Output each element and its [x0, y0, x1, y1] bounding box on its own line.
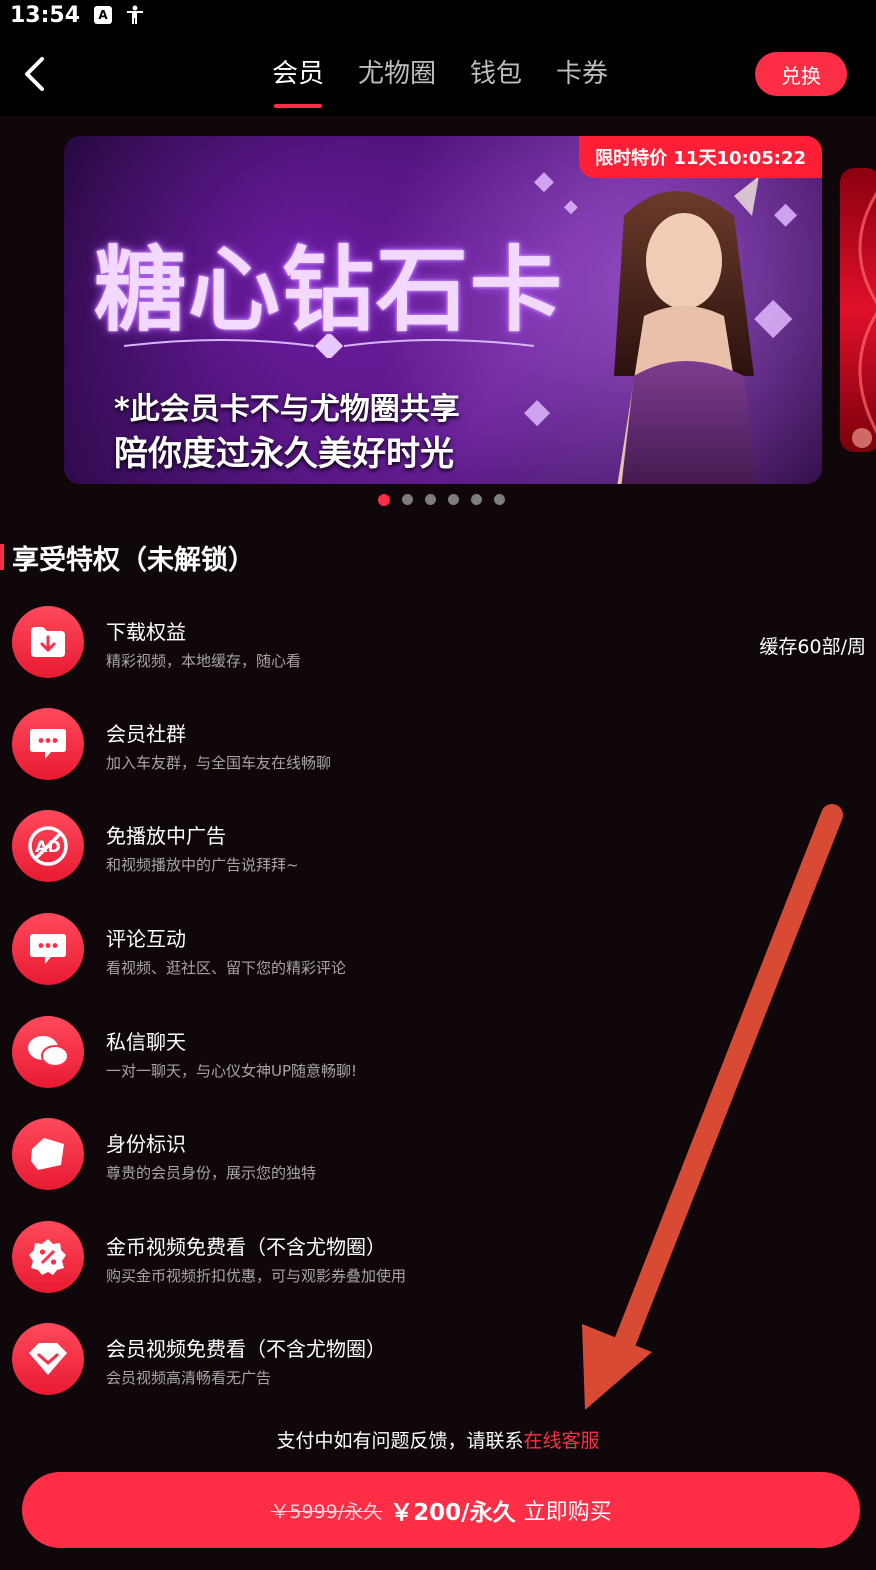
buy-now-button[interactable]: ￥5999/永久 ￥200/永久 立即购买	[22, 1472, 860, 1548]
ornament-divider	[123, 334, 535, 358]
next-banner-preview[interactable]	[840, 168, 876, 452]
svg-text:AD: AD	[35, 837, 61, 856]
perk-item-community: 会员社群 加入车友群，与全国车友在线畅聊	[12, 708, 876, 782]
status-time: 13:54	[10, 2, 81, 28]
perk-title: 评论互动	[106, 927, 186, 951]
payment-support-note: 支付中如有问题反馈，请联系在线客服	[0, 1426, 876, 1453]
online-support-link[interactable]: 在线客服	[524, 1430, 600, 1452]
status-bar: 13:54 A	[0, 0, 876, 30]
perk-title: 会员社群	[106, 722, 186, 746]
red-swirl-image	[852, 191, 876, 448]
perk-item-download: 下载权益 精彩视频，本地缓存，随心看 缓存60部/周	[12, 606, 876, 680]
carousel-dot[interactable]	[471, 494, 482, 505]
chevron-left-icon	[25, 57, 44, 91]
banner-title: 糖心钻石卡	[94, 236, 565, 344]
top-navigation: 会员 尤物圈 钱包 卡券 兑换	[0, 30, 876, 116]
a-notification-icon: A	[94, 6, 113, 24]
gem-icon: ◆	[534, 166, 554, 196]
badge-icon	[12, 1118, 84, 1190]
back-button[interactable]	[18, 54, 50, 94]
discount-icon	[12, 1221, 84, 1293]
perk-title: 下载权益	[106, 620, 186, 644]
comment-icon	[12, 913, 84, 985]
perk-title: 会员视频免费看（不含尤物圈）	[106, 1337, 386, 1361]
perk-item-coin-videos: 金币视频免费看（不含尤物圈） 购买金币视频折扣优惠，可与观影券叠加使用	[12, 1221, 876, 1295]
perk-item-member-videos: 会员视频免费看（不含尤物圈） 会员视频高清畅看无广告	[12, 1323, 876, 1397]
perk-item-comments: 评论互动 看视频、逛社区、留下您的精彩评论	[12, 913, 876, 987]
tab-coupons[interactable]: 卡券	[556, 54, 608, 108]
perk-description: 看视频、逛社区、留下您的精彩评论	[106, 959, 347, 977]
exchange-button[interactable]: 兑换	[755, 52, 847, 96]
carousel-dot[interactable]	[494, 494, 505, 505]
download-folder-icon	[12, 606, 84, 678]
privileges-section-title: 享受特权（未解锁）	[12, 545, 255, 576]
perk-description: 会员视频高清畅看无广告	[106, 1369, 272, 1387]
perk-description: 精彩视频，本地缓存，随心看	[106, 652, 302, 670]
chat-bubble-icon	[12, 708, 84, 780]
original-price: ￥5999/永久	[270, 1500, 383, 1523]
accessibility-icon	[126, 5, 144, 24]
model-figure-image	[614, 176, 759, 484]
perk-description: 和视频播放中的广告说拜拜~	[106, 856, 299, 874]
tab-wallet[interactable]: 钱包	[470, 54, 522, 108]
carousel-dot[interactable]	[425, 494, 436, 505]
perk-item-identity: 身份标识 尊贵的会员身份，展示您的独特	[12, 1118, 876, 1192]
carousel-indicator	[378, 494, 505, 506]
banner-subtitle-note: *此会员卡不与尤物圈共享	[114, 392, 460, 427]
support-text: 支付中如有问题反馈，请联系	[276, 1430, 524, 1452]
diamond-icon	[12, 1323, 84, 1395]
carousel-dot[interactable]	[378, 494, 390, 506]
perk-item-private-chat: 私信聊天 一对一聊天，与心仪女神UP随意畅聊!	[12, 1016, 876, 1090]
perk-item-no-ads: AD 免播放中广告 和视频播放中的广告说拜拜~	[12, 810, 876, 884]
membership-banner[interactable]: ◆ ◆ ◆ ◆ ◆ 糖心钻石卡 *此会员卡不与尤物圈共享 陪你度过永久美好时光 …	[64, 136, 822, 484]
sale-price: ￥200/永久	[390, 1500, 516, 1526]
perk-title: 免播放中广告	[106, 824, 226, 848]
banner-subtitle-slogan: 陪你度过永久美好时光	[114, 434, 454, 474]
carousel-dot[interactable]	[448, 494, 459, 505]
private-message-icon	[12, 1016, 84, 1088]
perk-title: 金币视频免费看（不含尤物圈）	[106, 1235, 386, 1259]
perk-description: 加入车友群，与全国车友在线畅聊	[106, 754, 332, 772]
perk-description: 尊贵的会员身份，展示您的独特	[106, 1164, 317, 1182]
gem-icon: ◆	[564, 196, 578, 217]
perk-quota: 缓存60部/周	[759, 636, 866, 658]
no-ad-icon: AD	[12, 810, 84, 882]
buy-action-label: 立即购买	[523, 1500, 612, 1525]
section-accent-bar	[0, 544, 4, 570]
tab-youwuquan[interactable]: 尤物圈	[358, 54, 436, 108]
perk-title: 身份标识	[106, 1132, 186, 1156]
carousel-dot[interactable]	[402, 494, 413, 505]
tab-membership[interactable]: 会员	[272, 54, 324, 108]
perk-title: 私信聊天	[106, 1030, 186, 1054]
perk-description: 购买金币视频折扣优惠，可与观影券叠加使用	[106, 1267, 407, 1285]
tab-bar: 会员 尤物圈 钱包 卡券	[272, 54, 608, 108]
limited-time-promo-tag: 限时特价 11天10:05:22	[579, 136, 822, 178]
perk-description: 一对一聊天，与心仪女神UP随意畅聊!	[106, 1062, 358, 1080]
gem-icon: ◆	[524, 391, 551, 431]
